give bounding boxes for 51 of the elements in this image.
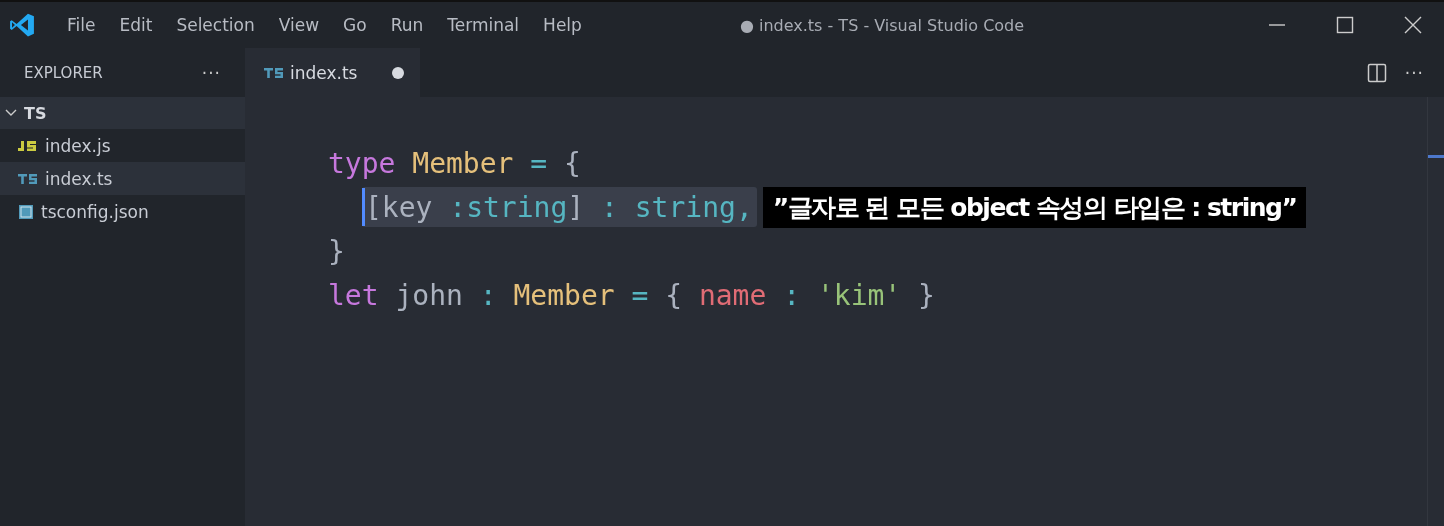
ts-file-icon	[18, 171, 38, 186]
explorer-tree-row[interactable]: index.ts	[0, 162, 245, 195]
keyword: type	[328, 146, 396, 180]
explorer-tree-row[interactable]: index.js	[0, 129, 245, 162]
operator: =	[630, 278, 650, 312]
identifier: john	[394, 278, 464, 312]
punctuation: }	[328, 234, 345, 268]
split-editor-icon[interactable]	[1366, 62, 1387, 83]
operator: :	[782, 278, 802, 312]
window-title: ● index.ts - TS - Visual Studio Code	[739, 15, 1025, 35]
more-actions-button[interactable]: ···	[1404, 62, 1424, 83]
punctuation: {	[665, 278, 684, 312]
menu-item[interactable]: Terminal	[435, 15, 532, 35]
explorer-tree-row[interactable]: tsconfig.json	[0, 195, 245, 228]
close-icon[interactable]	[1404, 16, 1422, 34]
folder-name: TS	[24, 103, 47, 123]
scrollbar[interactable]	[1427, 97, 1444, 526]
menu-item[interactable]: Go	[331, 15, 379, 35]
punctuation: {	[564, 146, 581, 180]
menu-item[interactable]: View	[266, 15, 332, 35]
maximize-icon[interactable]	[1336, 16, 1354, 34]
punctuation: }	[917, 278, 935, 312]
subtitle-caption: ”글자로 된 모든 object 속성의 타입은 : string”	[762, 186, 1307, 228]
file-name: index.js	[45, 135, 111, 156]
operator: :string	[449, 190, 568, 224]
menu-item[interactable]: File	[55, 15, 108, 35]
editor-tab[interactable]: index.ts	[245, 48, 420, 97]
app-logo-icon	[9, 12, 35, 38]
menu-item[interactable]: Run	[378, 15, 436, 35]
config-file-icon	[18, 203, 34, 220]
keyword: let	[328, 278, 379, 312]
menu-item[interactable]: Edit	[107, 15, 165, 35]
ts-file-icon	[264, 65, 284, 80]
folder-row[interactable]: TS	[0, 97, 245, 129]
js-file-icon	[18, 138, 38, 153]
punctuation: [	[365, 190, 382, 224]
operator: =	[529, 146, 549, 180]
menu-item[interactable]: Help	[531, 15, 594, 35]
property-name: name	[698, 278, 767, 312]
menu-item[interactable]: Selection	[164, 15, 267, 35]
more-actions-button[interactable]: ···	[201, 62, 221, 83]
punctuation: ]	[567, 190, 586, 224]
file-name: index.ts	[45, 168, 113, 189]
type-name: Member	[513, 278, 615, 312]
explorer-title: EXPLORER	[24, 63, 103, 82]
file-name: tsconfig.json	[41, 201, 149, 222]
operator: : string,	[601, 190, 753, 224]
identifier: key	[381, 190, 434, 224]
type-name: Member	[411, 146, 514, 180]
string-literal: 'kim'	[816, 278, 902, 312]
operator: :	[479, 278, 498, 312]
